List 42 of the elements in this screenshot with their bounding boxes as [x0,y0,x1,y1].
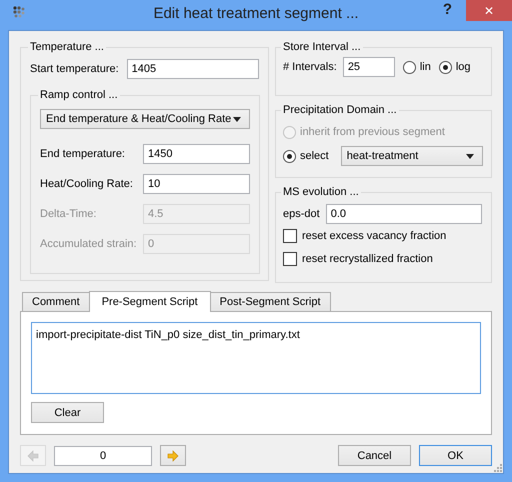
caret-icon [466,154,474,158]
field-label: Start temperature: [30,63,119,75]
field-label: Heat/Cooling Rate: [40,178,133,190]
dialog-button[interactable]: Cancel [338,445,411,466]
left-arrow-icon [27,450,39,462]
window-title: Edit heat treatment segment ... [152,5,360,22]
input-field[interactable]: 0.0 [326,204,482,224]
caret-icon [233,116,241,122]
app-icon [12,5,26,19]
clear-button[interactable]: Clear [31,402,104,423]
field-label: End temperature: [40,148,125,160]
radio-button[interactable]: select [283,150,329,162]
index-field[interactable]: 0 [54,446,152,466]
next-button[interactable] [160,445,186,466]
field-label: eps-dot [283,208,320,220]
dialog-button[interactable]: OK [419,445,492,466]
dropdown[interactable]: End temperature & Heat/Cooling Rate [40,109,250,129]
field-label: Accumulated strain: [40,238,137,250]
tab[interactable]: Comment [22,292,90,311]
input-field[interactable]: 10 [143,174,250,194]
help-button[interactable]: ? [442,1,452,18]
radio-button[interactable]: log [438,60,471,74]
field-label: Delta-Time: [40,208,96,220]
field-label: # Intervals: [283,61,337,73]
input-field[interactable]: 1405 [126,59,259,79]
radio-button[interactable]: lin [402,60,431,74]
group-title: Store Interval ... [282,41,362,53]
group-title: Precipitation Domain ... [282,104,398,116]
script-editor[interactable]: import-precipitate-dist TiN_p0 size_dist_tin_primary.txt [31,322,481,394]
checkbox[interactable]: reset recrystallized fraction [283,247,484,270]
resize-grip-icon [493,463,502,472]
input-field[interactable]: 1450 [143,144,250,164]
tab[interactable]: Pre-Segment Script [88,291,211,312]
close-button[interactable]: ✕ [466,0,512,21]
group-title: Ramp control ... [39,89,119,101]
input-field[interactable]: 25 [342,57,395,77]
tab[interactable]: Post-Segment Script [210,292,331,311]
checkbox[interactable]: reset excess vacancy fraction [283,224,484,247]
group-title: MS evolution ... [282,186,360,198]
right-arrow-icon [167,450,179,462]
dropdown[interactable]: heat-treatment [340,146,483,166]
group-title: Temperature ... [29,41,105,53]
